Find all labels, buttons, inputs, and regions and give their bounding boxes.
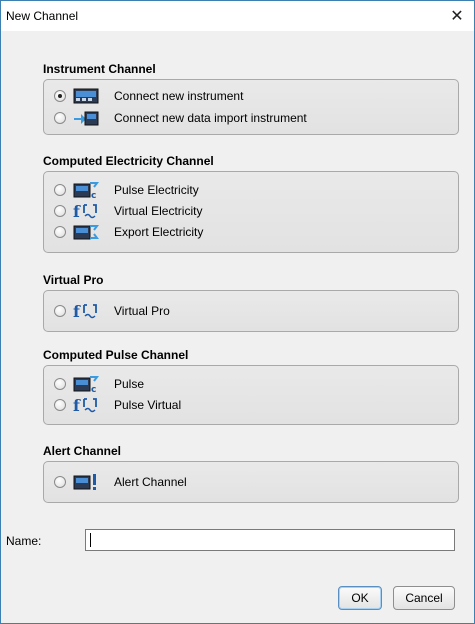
group-label-computed-electricity-channel: Computed Electricity Channel bbox=[43, 154, 214, 168]
function-icon: f bbox=[72, 201, 100, 221]
function-icon: f bbox=[72, 301, 100, 321]
new-channel-dialog: New Channel ✕ Instrument Channel Connect… bbox=[0, 0, 475, 624]
option-label: Export Electricity bbox=[114, 225, 204, 239]
svg-text:f: f bbox=[73, 396, 81, 414]
option-label: Virtual Electricity bbox=[114, 204, 203, 218]
function-icon: f bbox=[72, 395, 100, 415]
radio-button[interactable] bbox=[54, 378, 66, 390]
option-pulse-virtual[interactable]: f Pulse Virtual bbox=[54, 395, 444, 415]
radio-button[interactable] bbox=[54, 476, 66, 488]
option-connect-new-instrument[interactable]: Connect new instrument bbox=[54, 86, 444, 106]
svg-text:c: c bbox=[91, 385, 96, 393]
cancel-button[interactable]: Cancel bbox=[393, 586, 455, 610]
option-label: Connect new data import instrument bbox=[114, 111, 307, 125]
group-label-computed-pulse-channel: Computed Pulse Channel bbox=[43, 348, 189, 362]
svg-text:f: f bbox=[73, 302, 81, 320]
radio-button[interactable] bbox=[54, 305, 66, 317]
radio-button[interactable] bbox=[54, 226, 66, 238]
radio-button[interactable] bbox=[54, 90, 66, 102]
group-box-computed-electricity-channel: c Pulse Electricity f Virtual Electricit… bbox=[43, 171, 459, 253]
computed-channel-icon: c bbox=[72, 374, 100, 394]
radio-button[interactable] bbox=[54, 399, 66, 411]
group-box-instrument-channel: Connect new instrument Connect new data … bbox=[43, 79, 459, 135]
svg-text:c: c bbox=[91, 191, 96, 199]
close-button[interactable]: ✕ bbox=[440, 1, 474, 31]
computed-channel-icon: c bbox=[72, 180, 100, 200]
option-virtual-pro[interactable]: f Virtual Pro bbox=[54, 301, 444, 321]
svg-text:f: f bbox=[73, 202, 81, 220]
option-label: Pulse Electricity bbox=[114, 183, 199, 197]
group-label-alert-channel: Alert Channel bbox=[43, 444, 122, 458]
name-field[interactable] bbox=[85, 529, 455, 551]
group-box-virtual-pro: f Virtual Pro bbox=[43, 290, 459, 332]
option-alert-channel[interactable]: Alert Channel bbox=[54, 472, 444, 492]
option-label: Pulse bbox=[114, 377, 145, 391]
radio-button[interactable] bbox=[54, 112, 66, 124]
option-virtual-electricity[interactable]: f Virtual Electricity bbox=[54, 201, 444, 221]
option-label: Alert Channel bbox=[114, 475, 187, 489]
option-label: Virtual Pro bbox=[114, 304, 170, 318]
group-label-virtual-pro: Virtual Pro bbox=[43, 273, 104, 287]
option-connect-new-data-import-instrument[interactable]: Connect new data import instrument bbox=[54, 108, 444, 128]
close-icon: ✕ bbox=[450, 8, 464, 25]
group-box-alert-channel: Alert Channel bbox=[43, 461, 459, 503]
radio-button[interactable] bbox=[54, 205, 66, 217]
group-label-instrument-channel: Instrument Channel bbox=[43, 62, 156, 76]
alert-channel-icon bbox=[72, 472, 100, 492]
radio-button[interactable] bbox=[54, 184, 66, 196]
group-box-computed-pulse-channel: c Pulse f Pulse Virtual bbox=[43, 365, 459, 425]
name-label: Name: bbox=[6, 534, 42, 548]
option-pulse[interactable]: c Pulse bbox=[54, 374, 444, 394]
option-label: Pulse Virtual bbox=[114, 398, 182, 412]
ok-button[interactable]: OK bbox=[338, 586, 382, 610]
dialog-title: New Channel bbox=[6, 9, 79, 23]
text-caret bbox=[90, 533, 91, 547]
instrument-icon bbox=[72, 86, 100, 106]
option-label: Connect new instrument bbox=[114, 89, 244, 103]
data-import-instrument-icon bbox=[72, 108, 100, 128]
title-bar: New Channel ✕ bbox=[1, 1, 474, 31]
export-channel-icon bbox=[72, 222, 100, 242]
option-export-electricity[interactable]: Export Electricity bbox=[54, 222, 444, 242]
option-pulse-electricity[interactable]: c Pulse Electricity bbox=[54, 180, 444, 200]
